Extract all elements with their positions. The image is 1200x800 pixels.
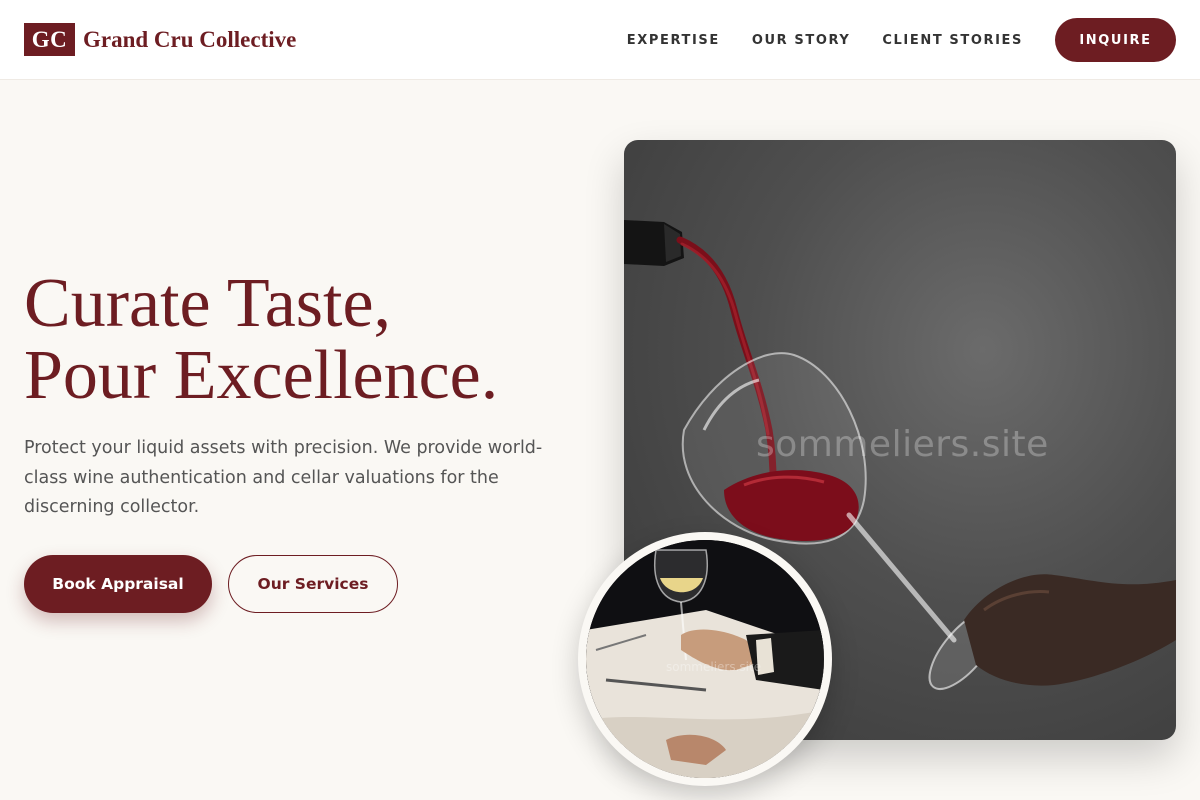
brand-logo[interactable]: GC Grand Cru Collective <box>24 23 296 56</box>
dining-table-illustration <box>586 540 824 778</box>
inset-watermark: sommeliers.site <box>666 660 762 674</box>
logo-mark: GC <box>24 23 75 56</box>
hero-subtitle: Protect your liquid assets with precisio… <box>24 438 543 517</box>
hero-title: Curate Taste, Pour Excellence. <box>24 268 584 412</box>
hero-title-line-1: Curate Taste, <box>24 265 392 342</box>
image-watermark: sommeliers.site <box>756 424 1049 465</box>
brand-name: Grand Cru Collective <box>83 26 297 52</box>
white-wine-dining-photo: sommeliers.site <box>586 540 824 778</box>
hero-title-line-2: Pour Excellence. <box>24 337 499 414</box>
main-nav: EXPERTISE OUR STORY CLIENT STORIES INQUI… <box>627 18 1176 62</box>
our-services-button[interactable]: Our Services <box>228 555 398 613</box>
inquire-button[interactable]: INQUIRE <box>1055 18 1176 62</box>
dining-photo-frame: sommeliers.site <box>578 532 832 786</box>
nav-link-client-stories[interactable]: CLIENT STORIES <box>882 33 1023 48</box>
nav-link-our-story[interactable]: OUR STORY <box>752 33 851 48</box>
nav-link-expertise[interactable]: EXPERTISE <box>627 33 720 48</box>
book-appraisal-button[interactable]: Book Appraisal <box>24 555 212 613</box>
site-header: GC Grand Cru Collective EXPERTISE OUR ST… <box>0 0 1200 80</box>
